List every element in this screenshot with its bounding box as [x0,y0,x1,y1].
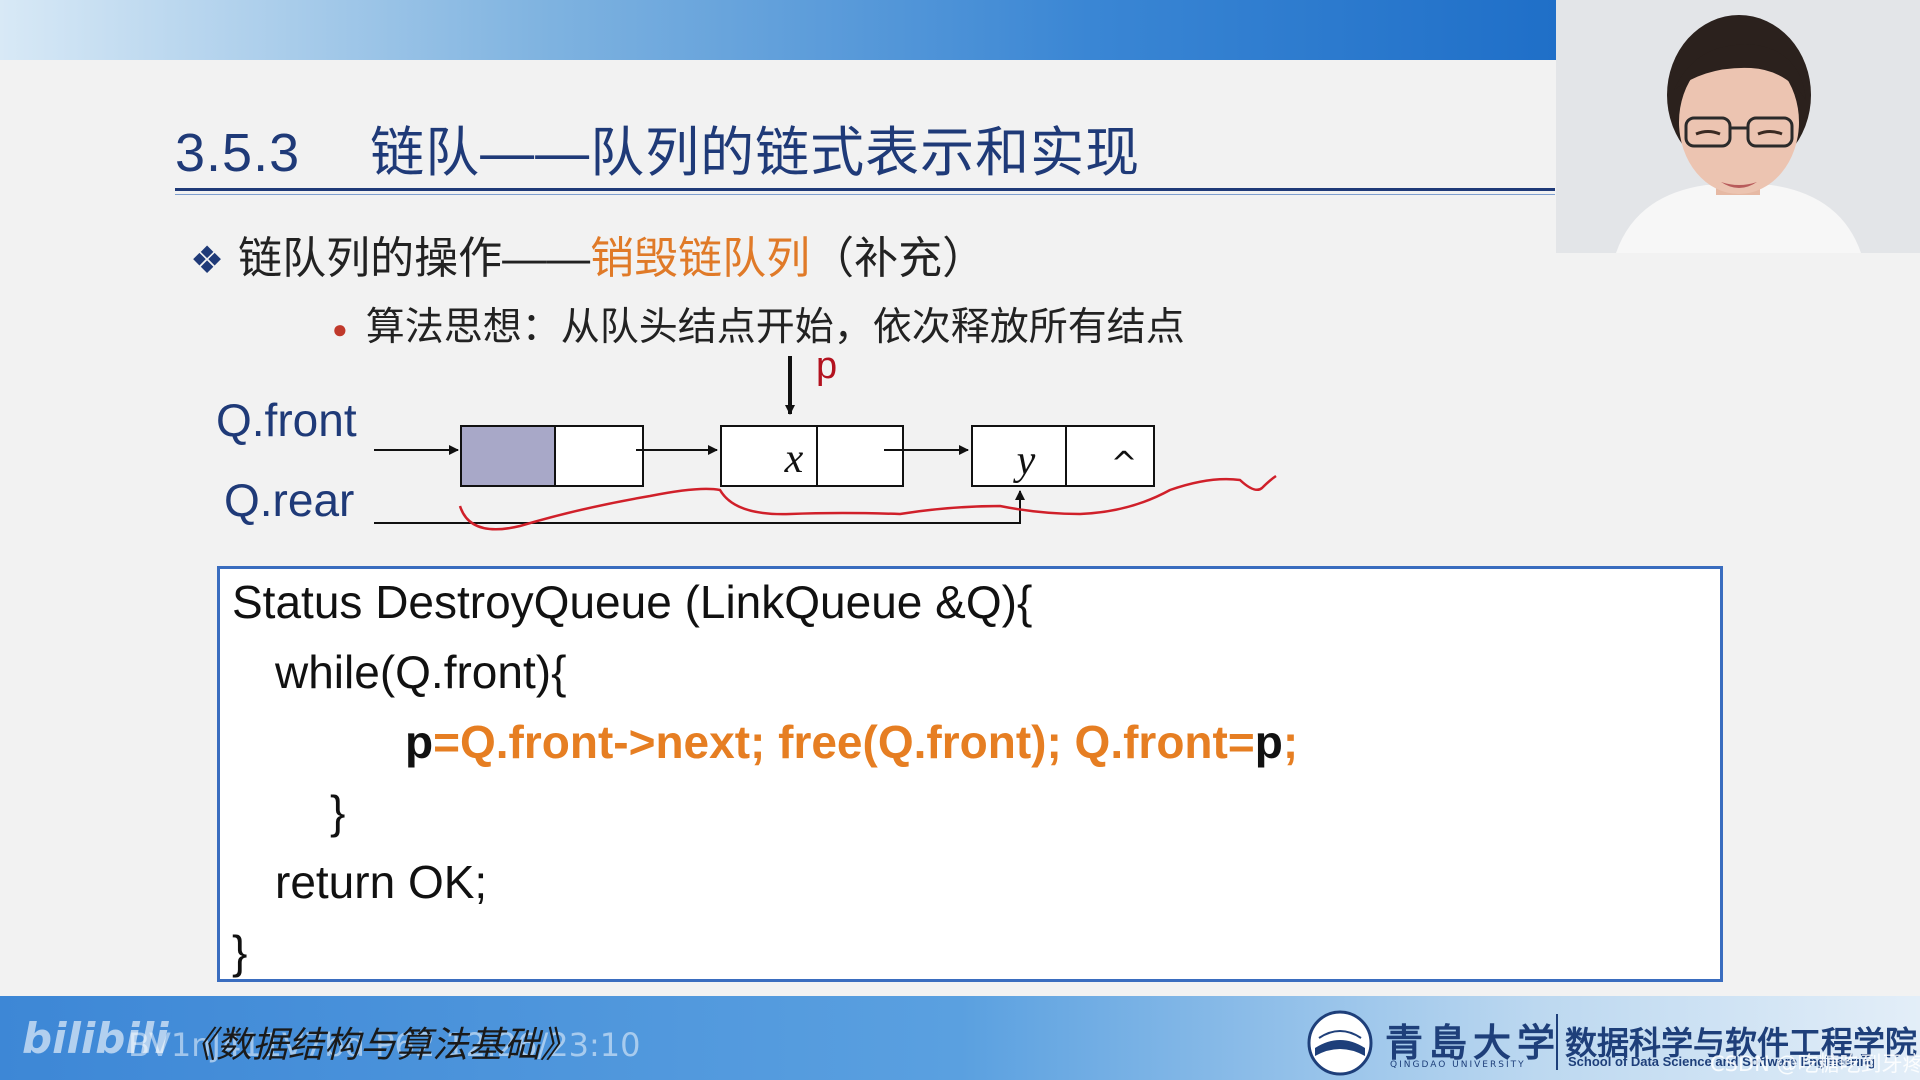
code-p-var-2: p [1254,716,1283,768]
university-name: 青島大学 [1385,1020,1562,1065]
node-x-next [816,425,904,487]
bullet1-prefix: 链队列的操作—— [238,234,591,283]
pointer-p-label: p [816,345,837,387]
head-node [460,425,644,487]
front-label: Q.front [216,394,357,446]
bullet1-suffix: （补充） [810,234,987,283]
code-semicolon: ; [1282,716,1299,768]
university-emblem-icon [1307,1010,1373,1076]
code-line-2: while(Q.front){ [275,646,567,698]
title-underline-thin [175,194,1555,195]
university-name-en: QINGDAO UNIVERSITY [1390,1060,1526,1070]
code-line-4: } [330,786,346,838]
bullet1-highlight: 销毁链队列 [590,234,811,283]
csdn-watermark: CSDN @吃糖吃到牙疼 [1710,1052,1920,1076]
presenter-image [1556,0,1920,253]
node-y: y ^ [971,425,1155,487]
code-line-1: Status DestroyQueue (LinkQueue &Q){ [232,576,1033,628]
node-x: x [720,425,904,487]
head-node-data [460,425,556,487]
top-banner [0,0,1556,60]
webcam-overlay [1556,0,1920,253]
node-x-value: x [784,436,804,482]
head-node-next [554,425,644,487]
slide-title: 3.5.3 链队——队列的链式表示和实现 [175,108,1140,187]
section-title: 链队——队列的链式表示和实现 [370,123,1141,183]
code-free-stmt: =Q.front->next; free(Q.front); Q.front= [433,716,1255,768]
null-pointer-symbol: ^ [1111,444,1138,482]
linked-queue-diagram: p Q.front x y ^ Q.rear [216,345,1277,531]
title-underline [175,188,1555,191]
rear-label: Q.rear [224,474,354,526]
node-y-value: y [1013,438,1036,484]
course-name: 《数据结构与算法基础》 [180,1025,577,1066]
diamond-bullet-icon: ❖ [190,240,225,282]
rear-arrow [374,490,1025,524]
bullet-operation: ❖ 链队列的操作——销毁链队列（补充） [190,222,986,286]
footer-divider [1556,1014,1558,1070]
section-number: 3.5.3 [175,123,301,183]
code-line-6: } [232,926,248,978]
code-line-3: p=Q.front->next; free(Q.front); Q.front=… [405,715,1298,769]
code-block: Status DestroyQueue (LinkQueue &Q){ whil… [217,566,1723,982]
code-p-var: p [405,716,434,768]
code-line-5: return OK; [275,856,488,908]
